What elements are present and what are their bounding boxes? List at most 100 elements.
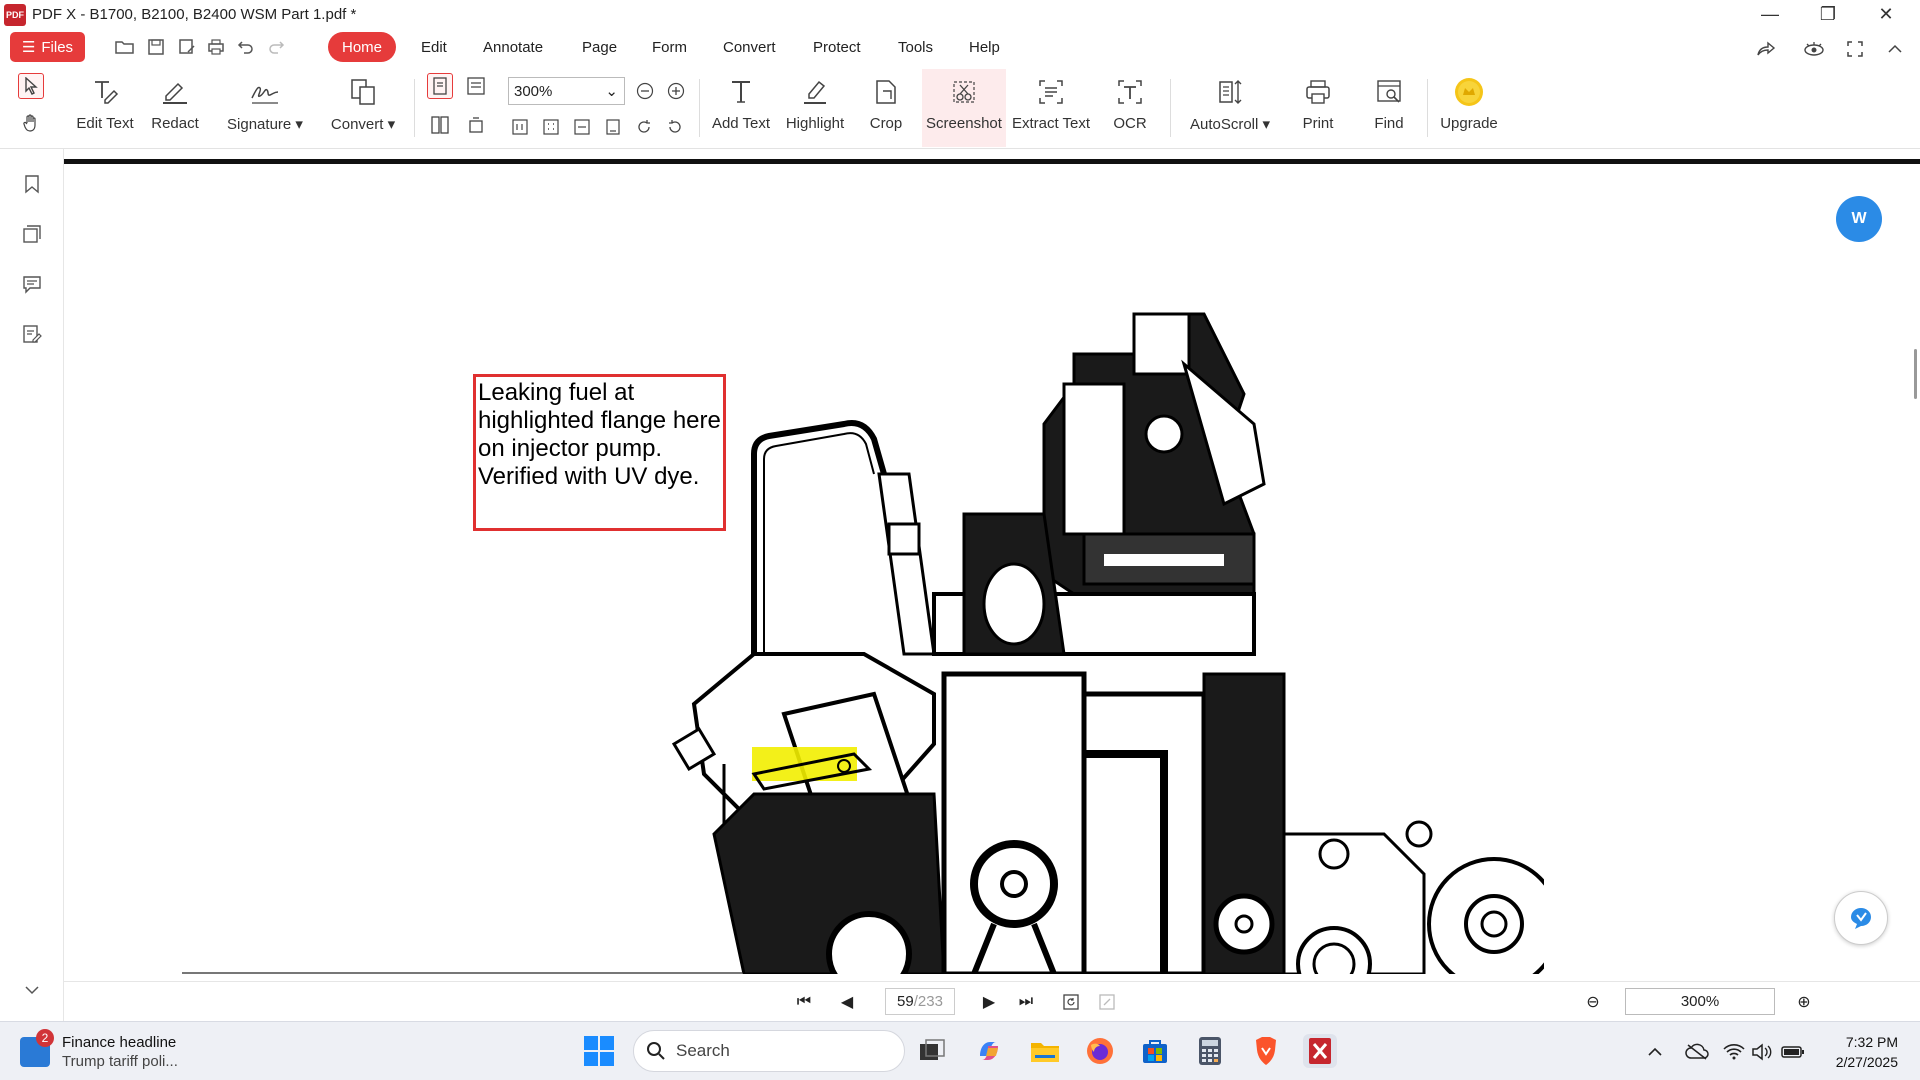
signatures-panel-icon[interactable] <box>19 321 45 347</box>
menu-tools[interactable]: Tools <box>884 32 947 62</box>
open-folder-icon[interactable] <box>113 35 137 59</box>
share-icon[interactable] <box>1752 35 1780 63</box>
window-title: PDF X - B1700, B2100, B2400 WSM Part 1.p… <box>32 6 357 23</box>
add-text-button[interactable]: Add Text <box>706 69 776 147</box>
redo-icon[interactable] <box>264 35 288 59</box>
last-page-icon[interactable]: ⏭ <box>1012 988 1040 1016</box>
firefox-icon[interactable] <box>1083 1034 1117 1068</box>
convert-button[interactable]: Convert ▾ <box>322 69 404 147</box>
signature-button[interactable]: Signature ▾ <box>218 69 312 147</box>
page-rule-top <box>64 159 1920 164</box>
undo-icon[interactable] <box>234 35 258 59</box>
close-button[interactable]: ✕ <box>1857 0 1915 29</box>
search-placeholder: Search <box>676 1041 730 1060</box>
ocr-button[interactable]: OCR <box>1102 69 1158 147</box>
zoom-in-icon[interactable] <box>663 78 689 104</box>
comments-icon[interactable] <box>19 271 45 297</box>
windows-start-icon[interactable] <box>583 1035 615 1067</box>
task-view-icon[interactable] <box>915 1034 949 1068</box>
show-hidden-icons-chevron-icon[interactable] <box>1643 1040 1667 1064</box>
two-page-view-icon[interactable] <box>427 112 453 138</box>
highlighter-icon <box>798 75 832 109</box>
save-as-icon[interactable] <box>175 35 199 59</box>
zoom-out-icon[interactable] <box>632 78 658 104</box>
microsoft-store-icon[interactable] <box>1138 1034 1172 1068</box>
panel-expand-chevron-icon[interactable] <box>19 977 45 1003</box>
convert-to-word-button[interactable]: W <box>1836 196 1882 242</box>
zoom-select-value: 300% <box>514 82 553 100</box>
page-number-input[interactable]: 59/233 <box>885 988 955 1015</box>
menu-convert[interactable]: Convert <box>709 32 790 62</box>
minimize-button[interactable]: — <box>1741 0 1799 29</box>
collapse-ribbon-icon[interactable] <box>1881 35 1909 63</box>
read-mode-icon[interactable] <box>1800 35 1828 63</box>
single-page-view-icon[interactable] <box>427 73 453 99</box>
save-icon[interactable] <box>144 35 168 59</box>
menu-edit[interactable]: Edit <box>407 32 461 62</box>
news-widget[interactable]: 2 Finance headline Trump tariff poli... <box>20 1029 178 1074</box>
calculator-icon[interactable] <box>1193 1034 1227 1068</box>
ai-assistant-button[interactable] <box>1834 891 1888 945</box>
file-explorer-icon[interactable] <box>1028 1034 1062 1068</box>
system-clock[interactable]: 7:32 PM 2/27/2025 <box>1826 1032 1898 1072</box>
menu-page[interactable]: Page <box>568 32 631 62</box>
hamburger-icon: ☰ <box>21 39 36 56</box>
brave-browser-icon[interactable] <box>1249 1034 1283 1068</box>
crop-button[interactable]: Crop <box>858 69 914 147</box>
onedrive-offline-icon[interactable] <box>1685 1040 1709 1064</box>
page-rotate-view-icon[interactable] <box>463 112 489 138</box>
volume-icon[interactable] <box>1750 1040 1774 1064</box>
total-pages: /233 <box>913 993 943 1010</box>
thumbnails-icon[interactable] <box>19 221 45 247</box>
fit-page-icon[interactable] <box>538 114 564 140</box>
rotate-counterclockwise-icon[interactable] <box>662 114 688 140</box>
fit-width-icon[interactable] <box>569 114 595 140</box>
news-headline: Finance headline <box>62 1034 177 1051</box>
menu-form[interactable]: Form <box>638 32 701 62</box>
hand-tool-icon[interactable] <box>18 110 44 136</box>
autoscroll-icon <box>1213 75 1247 109</box>
screenshot-button[interactable]: Screenshot <box>922 69 1006 147</box>
wifi-icon[interactable] <box>1722 1040 1746 1064</box>
copilot-icon[interactable] <box>972 1034 1006 1068</box>
status-zoom-out-icon[interactable]: ⊖ <box>1579 988 1607 1016</box>
previous-page-icon[interactable]: ◀ <box>833 988 861 1016</box>
go-forward-icon[interactable] <box>1093 988 1121 1016</box>
vertical-scrollbar-thumb[interactable] <box>1914 349 1917 399</box>
document-viewport[interactable]: Leaking fuel at highlighted flange here … <box>64 149 1920 981</box>
battery-icon[interactable] <box>1781 1040 1805 1064</box>
redact-button[interactable]: Redact <box>144 69 206 147</box>
find-button[interactable]: Find <box>1364 69 1414 147</box>
menu-protect[interactable]: Protect <box>799 32 875 62</box>
bookmark-icon[interactable] <box>19 171 45 197</box>
upgrade-button[interactable]: Upgrade <box>1436 69 1502 147</box>
menu-annotate[interactable]: Annotate <box>469 32 557 62</box>
highlight-button[interactable]: Highlight <box>780 69 850 147</box>
status-zoom-input[interactable]: 300% <box>1625 988 1775 1015</box>
autoscroll-button[interactable]: AutoScroll ▾ <box>1180 69 1280 147</box>
ribbon-toolbar: Edit Text Redact Signature ▾ Convert ▾ 3… <box>0 69 1920 149</box>
pdfx-taskbar-icon[interactable] <box>1303 1034 1337 1068</box>
files-button[interactable]: ☰ Files <box>10 32 85 62</box>
zoom-select[interactable]: 300% ⌄ <box>508 77 625 105</box>
print-quick-icon[interactable] <box>204 35 228 59</box>
screenshot-icon <box>947 75 981 109</box>
restore-button[interactable]: ❐ <box>1799 0 1857 29</box>
fullscreen-icon[interactable] <box>1841 35 1869 63</box>
first-page-icon[interactable]: ⏮ <box>790 988 818 1016</box>
next-page-icon[interactable]: ▶ <box>975 988 1003 1016</box>
select-tool-icon[interactable] <box>18 73 44 99</box>
fit-visible-icon[interactable] <box>600 114 626 140</box>
actual-size-icon[interactable] <box>507 114 533 140</box>
go-back-icon[interactable] <box>1057 988 1085 1016</box>
extract-text-button[interactable]: Extract Text <box>1010 69 1092 147</box>
edit-text-button[interactable]: Edit Text <box>72 69 138 147</box>
menu-home[interactable]: Home <box>328 32 397 62</box>
continuous-view-icon[interactable] <box>463 73 489 99</box>
status-zoom-in-icon[interactable]: ⊕ <box>1790 988 1818 1016</box>
search-icon <box>647 1042 665 1060</box>
taskbar-search-box[interactable]: Search <box>633 1030 905 1072</box>
rotate-clockwise-icon[interactable] <box>631 114 657 140</box>
menu-help[interactable]: Help <box>955 32 1014 62</box>
print-button[interactable]: Print <box>1292 69 1344 147</box>
